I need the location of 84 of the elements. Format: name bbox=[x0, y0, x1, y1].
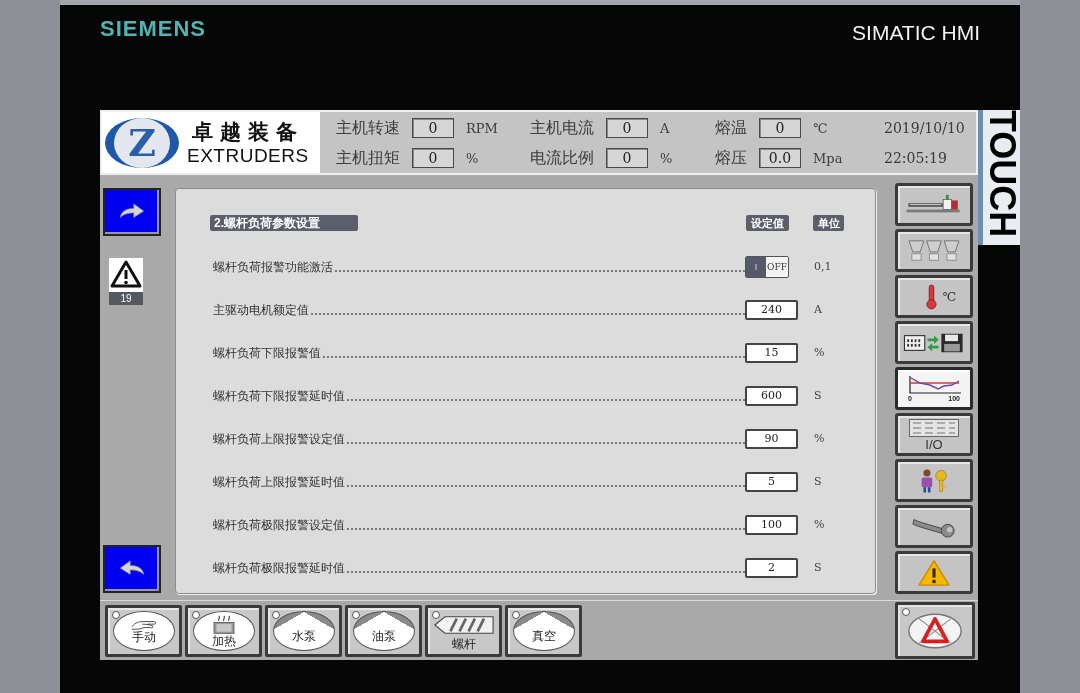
nav-button[interactable] bbox=[895, 229, 973, 272]
toggle-switch[interactable]: I OFF bbox=[745, 255, 789, 278]
unit-label: S bbox=[814, 476, 822, 487]
reading-label: 熔温 bbox=[715, 120, 747, 136]
hand-icon bbox=[129, 618, 158, 631]
value-field[interactable]: 5 bbox=[745, 471, 798, 492]
grid-panel-icon bbox=[909, 418, 959, 437]
parameter-label: 螺杆负荷报警功能激活 bbox=[213, 260, 333, 273]
arrow-left-icon bbox=[118, 560, 146, 578]
heating-button[interactable]: 加热 bbox=[185, 604, 262, 657]
unit-label: % bbox=[466, 151, 479, 165]
value-field[interactable]: 15 bbox=[745, 342, 798, 363]
company-name: 卓越装备 bbox=[191, 118, 304, 145]
unit-label: S bbox=[814, 562, 822, 573]
parameter-label: 螺杆负荷极限报警延时值 bbox=[213, 561, 345, 574]
touch-label: TOUCH bbox=[983, 110, 1020, 238]
brand-logo-text: SIEMENS bbox=[100, 18, 207, 40]
crossed-warning-icon bbox=[907, 611, 963, 650]
parameter-label: 螺杆负荷上限报警延时值 bbox=[213, 475, 345, 488]
unit-label: RPM bbox=[466, 121, 498, 135]
reading-label: 熔压 bbox=[715, 150, 747, 166]
manual-button[interactable]: 手动 bbox=[105, 604, 182, 657]
heater-icon bbox=[210, 614, 237, 635]
unit-label: ℃ bbox=[813, 121, 828, 135]
pump-button[interactable]: 油泵 bbox=[345, 604, 422, 657]
logo-letter: Z bbox=[128, 123, 156, 162]
line-chart-icon bbox=[906, 375, 962, 395]
value-field[interactable]: 2 bbox=[745, 557, 798, 578]
company-subtitle: EXTRUDERS bbox=[187, 144, 309, 167]
reading-label: 电流比例 bbox=[530, 150, 594, 166]
nav-button[interactable] bbox=[895, 505, 973, 548]
alarm-reset-button[interactable] bbox=[895, 602, 975, 659]
unit-label: S bbox=[814, 390, 822, 401]
readout-field: 0 bbox=[606, 118, 648, 138]
readout-field: 0 bbox=[412, 118, 454, 138]
person-key-icon bbox=[919, 467, 949, 494]
parameter-label: 螺杆负荷上限报警设定值 bbox=[213, 432, 345, 445]
alarm-count: 19 bbox=[109, 292, 143, 305]
parameter-label: 螺杆负荷极限报警设定值 bbox=[213, 518, 345, 531]
nav-button[interactable]: ℃ bbox=[895, 275, 973, 318]
section-title: 2.螺杆负荷参数设置 bbox=[210, 215, 358, 231]
warning-icon bbox=[109, 258, 143, 292]
column-header: 单位 bbox=[813, 215, 844, 231]
nav-button[interactable] bbox=[895, 183, 973, 226]
clock-text: 2019/10/10 bbox=[884, 121, 966, 135]
screw-icon bbox=[432, 615, 495, 635]
parameter-label: 螺杆负荷下限报警值 bbox=[213, 346, 321, 359]
nav-button[interactable] bbox=[895, 551, 973, 594]
screw-button[interactable]: 螺杆 bbox=[425, 604, 502, 657]
parameter-label: 螺杆负荷下限报警延时值 bbox=[213, 389, 345, 402]
nav-button[interactable] bbox=[895, 459, 973, 502]
unit-label: % bbox=[814, 433, 825, 444]
column-header: 设定值 bbox=[746, 215, 789, 231]
readout-field: 0 bbox=[759, 118, 801, 138]
unit-label: % bbox=[814, 519, 825, 530]
unit-label: 0,1 bbox=[814, 261, 832, 272]
reading-label: 主机电流 bbox=[530, 120, 594, 136]
value-field[interactable]: 240 bbox=[745, 299, 798, 320]
pump-button[interactable]: 真空 bbox=[505, 604, 582, 657]
pump-button[interactable]: 水泵 bbox=[265, 604, 342, 657]
unit-label: A bbox=[660, 121, 670, 135]
unit-label: Mpa bbox=[813, 151, 843, 165]
hoppers-icon bbox=[906, 238, 962, 263]
unit-label: % bbox=[660, 151, 673, 165]
unit-label: A bbox=[814, 304, 822, 315]
reading-label: 主机扭矩 bbox=[336, 150, 400, 166]
arrow-right-icon bbox=[118, 203, 146, 221]
clock-text: 22:05:19 bbox=[884, 151, 948, 165]
model-label: SIMATIC HMI bbox=[852, 22, 980, 43]
warning-icon bbox=[917, 558, 951, 587]
value-field[interactable]: 100 bbox=[745, 514, 798, 535]
readout-field: 0 bbox=[606, 148, 648, 168]
unit-label: % bbox=[814, 347, 825, 358]
value-field[interactable]: 90 bbox=[745, 428, 798, 449]
reading-label: 主机转速 bbox=[336, 120, 400, 136]
readout-field: 0 bbox=[412, 148, 454, 168]
parameter-label: 主驱动电机额定值 bbox=[213, 303, 309, 316]
nav-button[interactable] bbox=[895, 321, 973, 364]
readout-field: 0.0 bbox=[759, 148, 801, 168]
thermometer-icon bbox=[925, 283, 937, 310]
back-button[interactable] bbox=[103, 545, 161, 593]
nav-button[interactable]: I/O bbox=[895, 413, 973, 456]
value-field[interactable]: 600 bbox=[745, 385, 798, 406]
forward-button[interactable] bbox=[103, 188, 161, 236]
